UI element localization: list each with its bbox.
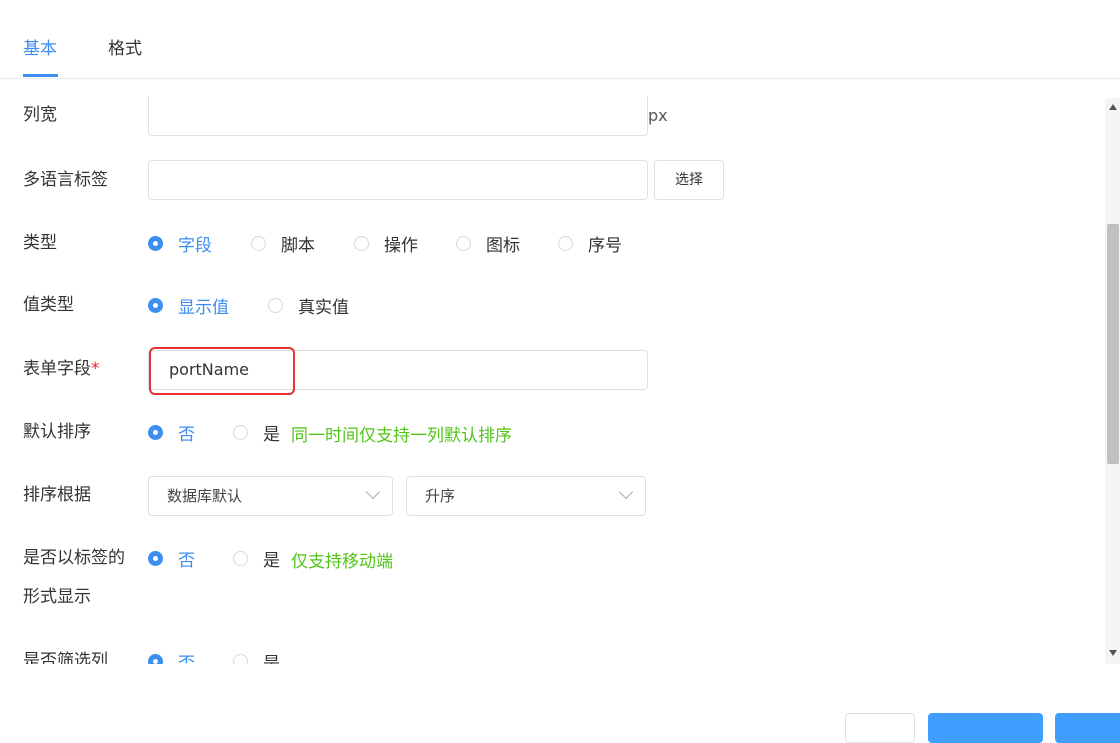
radio-label: 显示值 bbox=[178, 297, 229, 318]
radio-label: 否 bbox=[178, 424, 195, 445]
show-as-tag-hint: 仅支持移动端 bbox=[291, 552, 393, 572]
px-suffix: px bbox=[648, 106, 668, 125]
radio-unchecked-icon bbox=[354, 235, 369, 251]
column-width-input[interactable] bbox=[148, 96, 648, 136]
default-sort-radio-no[interactable]: 否 bbox=[148, 421, 195, 445]
show-as-tag-label-line1: 是否以标签的 bbox=[23, 548, 125, 568]
radio-unchecked-icon bbox=[558, 235, 573, 251]
tab-bar: 基本 格式 bbox=[0, 0, 1120, 79]
radio-unchecked-icon bbox=[233, 424, 248, 440]
radio-label: 脚本 bbox=[281, 235, 315, 256]
chevron-down-icon bbox=[618, 484, 634, 500]
select-value: 升序 bbox=[425, 487, 456, 505]
sort-field-select[interactable]: 数据库默认 bbox=[148, 476, 393, 516]
show-as-tag-radio-no[interactable]: 否 bbox=[148, 547, 195, 571]
footer-primary-button[interactable] bbox=[928, 713, 1043, 743]
value-type-radio-display[interactable]: 显示值 bbox=[148, 294, 229, 318]
radio-unchecked-icon bbox=[268, 297, 283, 313]
type-radio-action[interactable]: 操作 bbox=[354, 232, 418, 256]
scroll-up-arrow-icon[interactable] bbox=[1109, 104, 1117, 110]
type-radio-icon[interactable]: 图标 bbox=[456, 232, 520, 256]
filter-column-radio-yes[interactable]: 是 bbox=[233, 650, 280, 664]
radio-unchecked-icon bbox=[233, 653, 248, 664]
column-settings-form: 列宽 px 多语言标签 选择 类型 字段 脚本 操作 图标 序号 值类型 显示值… bbox=[0, 80, 1105, 664]
required-mark: * bbox=[91, 359, 100, 379]
type-radio-script[interactable]: 脚本 bbox=[251, 232, 315, 256]
show-as-tag-radio-yes[interactable]: 是 bbox=[233, 547, 280, 571]
value-type-label: 值类型 bbox=[23, 295, 74, 315]
radio-label: 图标 bbox=[486, 235, 520, 256]
scroll-down-arrow-icon[interactable] bbox=[1109, 650, 1117, 656]
radio-label: 字段 bbox=[178, 235, 212, 256]
footer-cancel-button[interactable] bbox=[845, 713, 915, 743]
chevron-down-icon bbox=[365, 484, 381, 500]
radio-unchecked-icon bbox=[251, 235, 266, 251]
radio-checked-icon bbox=[148, 297, 163, 313]
default-sort-label: 默认排序 bbox=[23, 422, 91, 442]
active-tab-indicator bbox=[23, 74, 58, 77]
radio-checked-icon bbox=[148, 235, 163, 251]
radio-label: 否 bbox=[178, 550, 195, 571]
radio-unchecked-icon bbox=[233, 550, 248, 566]
scrollbar-thumb[interactable] bbox=[1107, 224, 1119, 464]
type-radio-index[interactable]: 序号 bbox=[558, 232, 622, 256]
radio-label: 是 bbox=[263, 653, 280, 665]
column-width-label: 列宽 bbox=[23, 105, 57, 125]
i18n-label-label: 多语言标签 bbox=[23, 170, 108, 190]
filter-column-radio-no[interactable]: 否 bbox=[148, 650, 195, 664]
radio-label: 序号 bbox=[588, 235, 622, 256]
vertical-scrollbar[interactable] bbox=[1105, 98, 1120, 664]
radio-unchecked-icon bbox=[456, 235, 471, 251]
highlight-box bbox=[149, 347, 295, 395]
radio-checked-icon bbox=[148, 424, 163, 440]
filter-column-label: 是否筛选列 bbox=[23, 651, 108, 664]
form-field-label-text: 表单字段 bbox=[23, 359, 91, 379]
default-sort-radio-yes[interactable]: 是 bbox=[233, 421, 280, 445]
radio-label: 操作 bbox=[384, 235, 418, 256]
type-label: 类型 bbox=[23, 233, 57, 253]
form-field-label: 表单字段* bbox=[23, 358, 100, 380]
default-sort-hint: 同一时间仅支持一列默认排序 bbox=[291, 426, 512, 446]
select-button[interactable]: 选择 bbox=[654, 160, 724, 200]
select-value: 数据库默认 bbox=[167, 487, 243, 505]
value-type-radio-real[interactable]: 真实值 bbox=[268, 294, 349, 318]
radio-checked-icon bbox=[148, 550, 163, 566]
radio-label: 真实值 bbox=[298, 297, 349, 318]
i18n-label-input[interactable] bbox=[148, 160, 648, 200]
radio-label: 是 bbox=[263, 424, 280, 445]
radio-checked-icon bbox=[148, 653, 163, 664]
sort-by-label: 排序根据 bbox=[23, 485, 91, 505]
tab-format[interactable]: 格式 bbox=[108, 34, 142, 59]
radio-label: 否 bbox=[178, 653, 195, 665]
type-radio-field[interactable]: 字段 bbox=[148, 232, 212, 256]
footer-secondary-primary-button[interactable] bbox=[1055, 713, 1120, 743]
sort-order-select[interactable]: 升序 bbox=[406, 476, 646, 516]
radio-label: 是 bbox=[263, 550, 280, 571]
show-as-tag-label-line2: 形式显示 bbox=[23, 587, 91, 607]
tab-basic[interactable]: 基本 bbox=[23, 34, 57, 59]
